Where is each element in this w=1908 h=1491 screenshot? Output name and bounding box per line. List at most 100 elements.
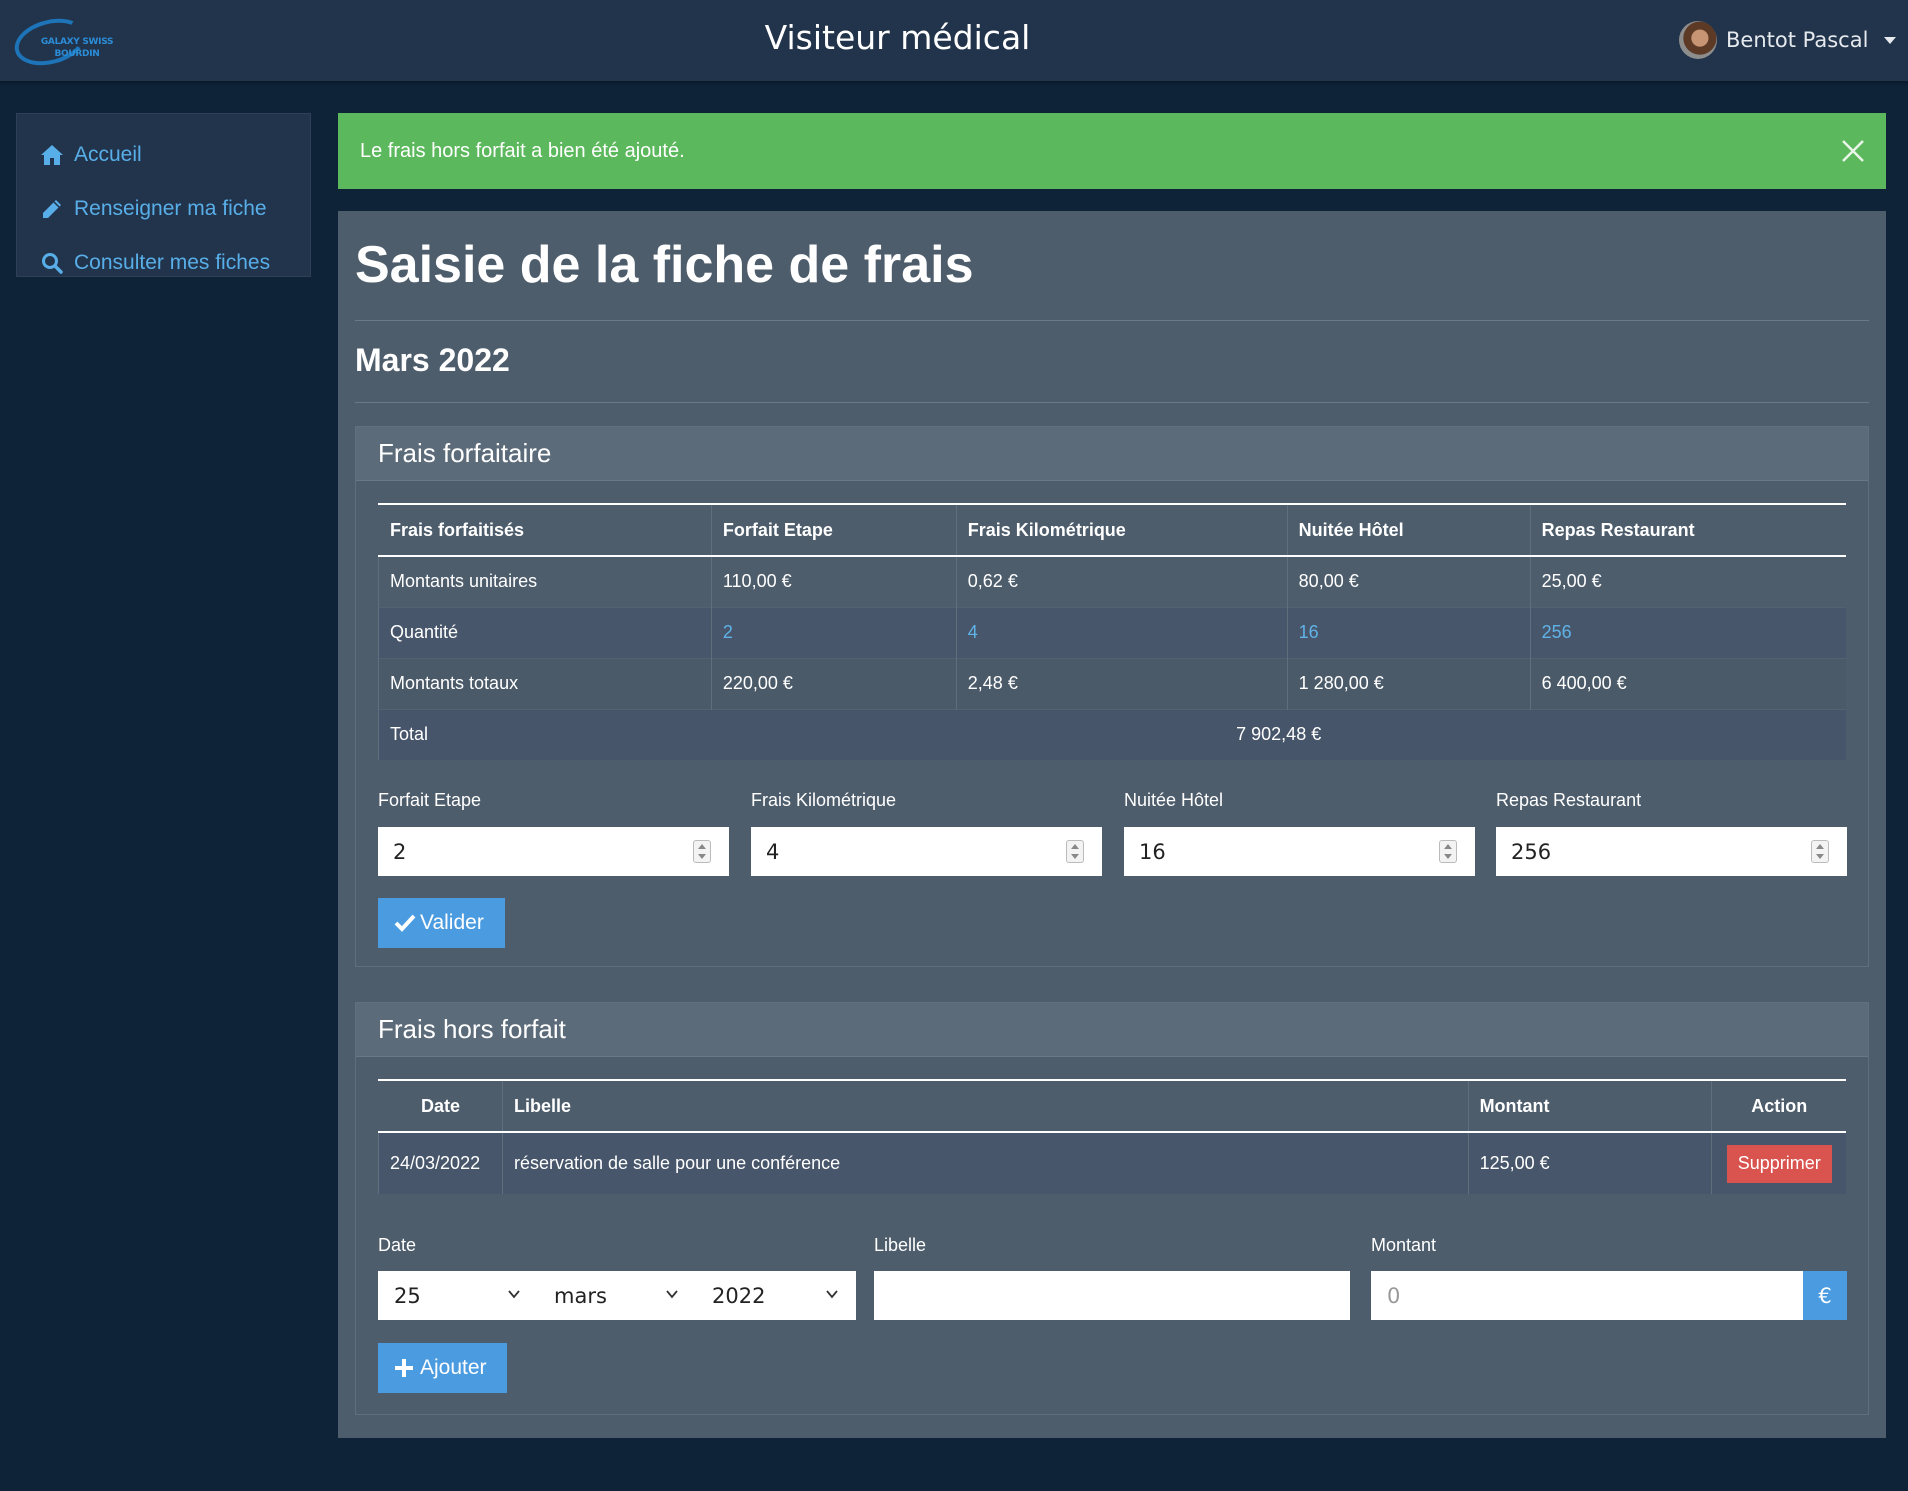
- supprimer-button[interactable]: Supprimer: [1726, 1144, 1832, 1183]
- search-icon: [39, 250, 65, 276]
- chevron-down-icon: [508, 1290, 520, 1299]
- ajouter-button[interactable]: Ajouter: [378, 1343, 507, 1393]
- row-label: Montants totaux: [378, 657, 712, 709]
- euro-addon: €: [1803, 1271, 1847, 1320]
- select-value: 25: [394, 1283, 421, 1308]
- main-panel: Saisie de la fiche de frais Mars 2022 Fr…: [338, 211, 1886, 1438]
- date-label: Date: [378, 1235, 417, 1255]
- user-avatar: [1679, 21, 1717, 59]
- pencil-icon: [39, 196, 65, 222]
- user-name: Bentot Pascal: [1726, 28, 1869, 52]
- caret-down-icon: [1884, 36, 1897, 44]
- sidebar-item-label: Accueil: [74, 143, 142, 166]
- frais-hors-forfait-table: Date Libelle Montant Action 24/03/2022 r…: [378, 1079, 1846, 1194]
- column-header: Forfait Etape: [710, 503, 957, 557]
- table-cell: 110,00 €: [710, 555, 957, 607]
- spinner-icon[interactable]: [693, 840, 711, 863]
- page-title: Saisie de la fiche de frais: [355, 236, 974, 294]
- table-header-row: Frais forfaitisés Forfait Etape Frais Ki…: [378, 503, 1846, 557]
- home-icon: [39, 142, 65, 168]
- plus-icon: [394, 1357, 416, 1379]
- user-menu[interactable]: Bentot Pascal: [1679, 21, 1897, 59]
- navbar: GALAXY SWISS BOURDIN Visiteur médical Be…: [0, 0, 1908, 81]
- montant-cell: 125,00 €: [1467, 1131, 1712, 1194]
- input-label: Nuitée Hôtel: [1124, 790, 1224, 810]
- card-header: Frais hors forfait: [356, 1003, 1868, 1057]
- day-select[interactable]: 25: [378, 1271, 538, 1320]
- column-header: Libelle: [501, 1079, 1469, 1133]
- table-header-row: Date Libelle Montant Action: [378, 1079, 1846, 1133]
- year-select[interactable]: 2022: [696, 1271, 856, 1320]
- alert-message: Le frais hors forfait a bien été ajouté.: [360, 139, 685, 162]
- quantity-cell: 4: [955, 606, 1288, 658]
- valider-button[interactable]: Valider: [378, 898, 505, 948]
- column-header: Frais Kilométrique: [955, 503, 1288, 557]
- spinner-icon[interactable]: [1439, 840, 1457, 863]
- row-label: Montants unitaires: [378, 555, 712, 607]
- input-label: Frais Kilométrique: [751, 790, 897, 810]
- frais-forfaitaire-card: Frais forfaitaire Frais forfaitisés Forf…: [355, 426, 1869, 967]
- app-title: Visiteur médical: [764, 18, 1031, 57]
- spinner-icon[interactable]: [1066, 840, 1084, 863]
- sidebar-item-renseigner[interactable]: Renseigner ma fiche: [17, 182, 310, 236]
- column-header: Frais forfaitisés: [378, 503, 712, 557]
- card-header: Frais forfaitaire: [356, 427, 1868, 481]
- select-value: 2022: [712, 1283, 766, 1308]
- divider: [355, 320, 1869, 321]
- sidebar: Accueil Renseigner ma fiche Consulter me…: [16, 113, 311, 277]
- input-value: 256: [1511, 839, 1552, 864]
- button-label: Ajouter: [420, 1356, 487, 1379]
- divider: [355, 402, 1869, 403]
- chevron-down-icon: [826, 1290, 838, 1299]
- button-label: Valider: [420, 911, 484, 934]
- libelle-input[interactable]: [874, 1271, 1350, 1320]
- libelle-cell: réservation de salle pour une conférence: [501, 1131, 1469, 1194]
- close-icon[interactable]: [1840, 138, 1866, 164]
- table-row: 24/03/2022 réservation de salle pour une…: [378, 1131, 1846, 1194]
- frais-hors-forfait-card: Frais hors forfait Date Libelle Montant …: [355, 1002, 1869, 1415]
- column-header: Action: [1711, 1079, 1846, 1133]
- quantity-cell: 2: [710, 606, 957, 658]
- table-row: Quantité 2 4 16 256: [378, 606, 1846, 658]
- frais-forfait-table: Frais forfaitisés Forfait Etape Frais Ki…: [378, 503, 1846, 760]
- chevron-down-icon: [666, 1290, 678, 1299]
- table-row: Montants unitaires 110,00 € 0,62 € 80,00…: [378, 555, 1846, 607]
- month-select[interactable]: mars: [538, 1271, 696, 1320]
- select-value: mars: [554, 1283, 607, 1308]
- input-label: Forfait Etape: [378, 790, 482, 810]
- input-placeholder: 0: [1387, 1283, 1401, 1308]
- forfait-etape-input[interactable]: 2: [378, 827, 729, 876]
- frais-kilometrique-input[interactable]: 4: [751, 827, 1102, 876]
- spinner-icon[interactable]: [1811, 840, 1829, 863]
- input-value: 4: [766, 839, 780, 864]
- sidebar-item-accueil[interactable]: Accueil: [17, 128, 310, 182]
- row-label: Quantité: [378, 606, 712, 658]
- check-icon: [394, 912, 416, 934]
- column-header: Nuitée Hôtel: [1286, 503, 1531, 557]
- table-row: Montants totaux 220,00 € 2,48 € 1 280,00…: [378, 657, 1846, 709]
- table-cell: 2,48 €: [955, 657, 1288, 709]
- sidebar-item-consulter[interactable]: Consulter mes fiches: [17, 236, 310, 290]
- table-cell: 25,00 €: [1529, 555, 1846, 607]
- repas-restaurant-input[interactable]: 256: [1496, 827, 1847, 876]
- month-title: Mars 2022: [355, 342, 510, 378]
- column-header: Date: [378, 1079, 503, 1133]
- date-cell: 24/03/2022: [378, 1131, 503, 1194]
- table-cell: 1 280,00 €: [1286, 657, 1531, 709]
- table-cell: 220,00 €: [710, 657, 957, 709]
- table-cell: 0,62 €: [955, 555, 1288, 607]
- quantity-cell: 256: [1529, 606, 1846, 658]
- libelle-label: Libelle: [874, 1235, 927, 1255]
- table-cell: 80,00 €: [1286, 555, 1531, 607]
- nuitee-hotel-input[interactable]: 16: [1124, 827, 1475, 876]
- sidebar-item-label: Renseigner ma fiche: [74, 197, 267, 220]
- quantity-cell: 16: [1286, 606, 1531, 658]
- total-label: Total: [378, 708, 712, 760]
- table-cell: 6 400,00 €: [1529, 657, 1846, 709]
- input-value: 16: [1139, 839, 1166, 864]
- montant-input[interactable]: 0: [1371, 1271, 1803, 1320]
- total-value: 7 902,48 €: [711, 708, 1846, 760]
- montant-label: Montant: [1371, 1235, 1437, 1255]
- sidebar-item-label: Consulter mes fiches: [74, 251, 271, 274]
- column-header: Montant: [1467, 1079, 1712, 1133]
